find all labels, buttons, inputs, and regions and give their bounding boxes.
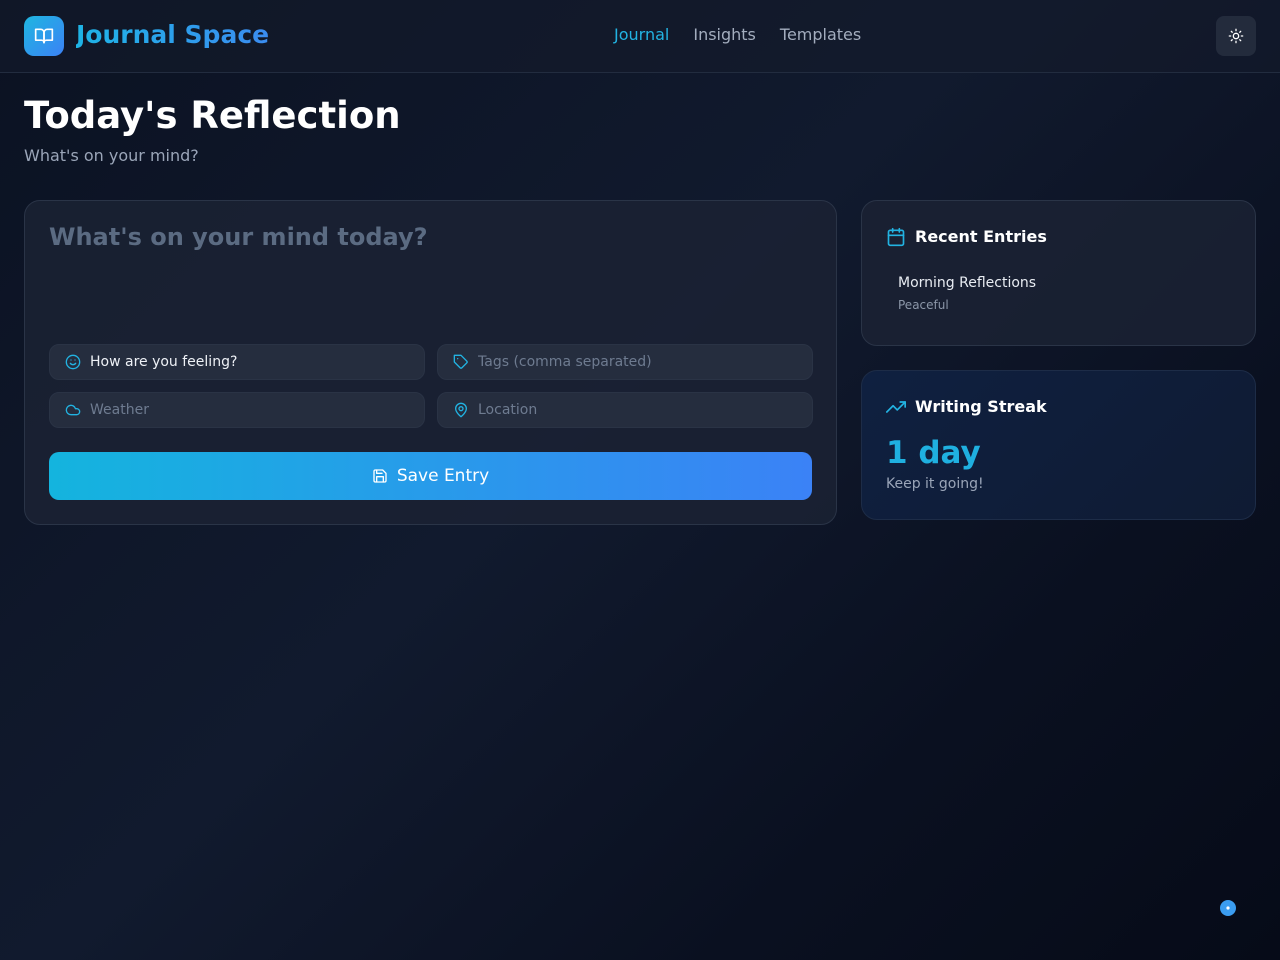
trending-up-icon <box>886 401 906 413</box>
location-field <box>437 392 813 428</box>
tags-input[interactable] <box>478 354 778 370</box>
tag-icon <box>453 354 469 370</box>
page-subtitle: What's on your mind? <box>24 146 199 165</box>
entry-textarea[interactable] <box>49 223 811 323</box>
floating-helper-button[interactable] <box>1220 900 1236 916</box>
mood-selector[interactable]: How are you feeling? <box>49 344 425 380</box>
theme-toggle-button[interactable] <box>1216 16 1256 56</box>
top-bar: Journal Space Journal Insights Templates <box>0 0 1280 73</box>
save-icon <box>373 469 387 483</box>
weather-input[interactable] <box>90 402 390 418</box>
entry-mood: Peaceful <box>898 298 949 312</box>
book-open-icon[interactable] <box>24 16 64 56</box>
recent-entries-title: Recent Entries <box>915 227 1047 246</box>
nav-templates[interactable]: Templates <box>780 24 861 46</box>
streak-caption: Keep it going! <box>886 476 984 492</box>
save-entry-button[interactable]: Save Entry <box>49 452 812 500</box>
nav-journal[interactable]: Journal <box>614 24 669 46</box>
streak-value: 1 day <box>886 435 981 471</box>
tags-field <box>437 344 813 380</box>
list-item[interactable]: Morning Reflections Peaceful <box>898 274 1036 312</box>
entry-title: Morning Reflections <box>898 275 1037 291</box>
writing-streak-title: Writing Streak <box>915 397 1047 416</box>
nav-insights[interactable]: Insights <box>693 24 756 46</box>
smile-icon <box>65 354 81 370</box>
weather-field <box>49 392 425 428</box>
calendar-icon <box>887 227 905 247</box>
mood-label: How are you feeling? <box>90 354 238 370</box>
sun-icon <box>1228 28 1244 44</box>
writing-streak-header: Writing Streak <box>886 397 1047 417</box>
journal-editor: How are you feeling? Save Entry <box>24 200 837 525</box>
map-pin-icon <box>453 402 469 418</box>
app-name[interactable]: Journal Space <box>76 17 269 53</box>
save-entry-label: Save Entry <box>396 466 490 486</box>
page-title: Today's Reflection <box>24 94 401 137</box>
location-input[interactable] <box>478 402 778 418</box>
sparkle-icon <box>1226 906 1230 910</box>
recent-entries-header: Recent Entries <box>886 227 1047 247</box>
writing-streak-card: Writing Streak 1 day Keep it going! <box>861 370 1256 520</box>
cloud-icon <box>65 402 81 418</box>
recent-entries-card: Recent Entries Morning Reflections Peace… <box>861 200 1256 346</box>
main-nav: Journal Insights Templates <box>614 24 861 46</box>
